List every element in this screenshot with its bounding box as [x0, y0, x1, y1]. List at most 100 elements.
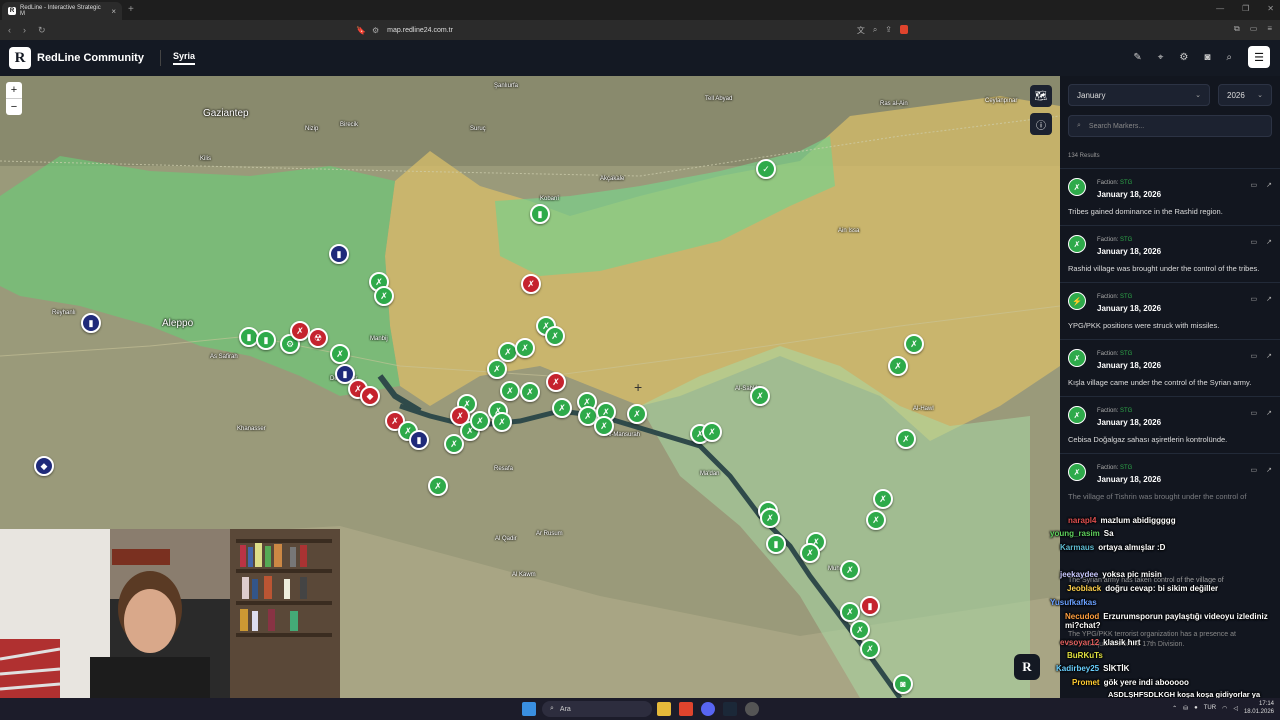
address-bar[interactable]: ⚙ map.redline24.com.tr 文 ⌕ ⇪	[352, 22, 912, 38]
external-link-icon[interactable]: ↗	[1266, 352, 1272, 360]
wallet-icon[interactable]: ▭	[1250, 24, 1258, 34]
stg-marker[interactable]: ▮	[530, 204, 550, 224]
tab-close-icon[interactable]: ×	[111, 7, 116, 16]
share-icon[interactable]: ⇪	[885, 25, 892, 36]
stg-marker[interactable]: ✗	[552, 398, 572, 418]
location-pin-icon[interactable]: ⌖	[1158, 52, 1164, 63]
network-icon[interactable]: ⛁	[1183, 705, 1188, 712]
stg-marker[interactable]: ✗	[904, 334, 924, 354]
search-icon[interactable]: ⌕	[1226, 52, 1232, 63]
video-icon[interactable]: ▭	[1251, 181, 1258, 189]
stg-marker[interactable]: ✗	[330, 344, 350, 364]
red-faction-marker[interactable]: ◆	[360, 386, 380, 406]
month-select[interactable]: January ⌄	[1068, 84, 1210, 106]
language-indicator[interactable]: TUR	[1204, 705, 1216, 711]
draw-icon[interactable]: ✎	[1133, 52, 1141, 63]
stg-marker[interactable]: ▮	[256, 330, 276, 350]
menu-icon[interactable]: ≡	[1267, 24, 1272, 34]
stg-marker[interactable]: ✗	[860, 639, 880, 659]
marker-search-input[interactable]: ⌕ Search Markers...	[1068, 115, 1272, 137]
stg-marker[interactable]: ✗	[873, 489, 893, 509]
browser-tab[interactable]: R RedLine - Interactive Strategic M ×	[2, 2, 122, 20]
stg-marker[interactable]: ✗	[500, 381, 520, 401]
external-link-icon[interactable]: ↗	[1266, 295, 1272, 303]
stg-marker[interactable]: ▮	[766, 534, 786, 554]
red-faction-marker[interactable]: ▮	[860, 596, 880, 616]
stg-marker[interactable]: ✗	[850, 620, 870, 640]
stg-marker[interactable]: ✗	[866, 510, 886, 530]
stg-marker[interactable]: ✗	[896, 429, 916, 449]
external-link-icon[interactable]: ↗	[1266, 466, 1272, 474]
red-faction-marker[interactable]: ✗	[521, 274, 541, 294]
start-windows-icon[interactable]	[522, 702, 536, 716]
video-icon[interactable]: ▭	[1251, 352, 1258, 360]
brave-browser-icon[interactable]	[679, 702, 693, 716]
feed-item[interactable]: ⚡ Faction: STG January 18, 2026 ▭ ↗ YPG/P…	[1060, 282, 1280, 339]
map-layers-button[interactable]: 🗺	[1030, 85, 1052, 107]
redline-float-logo[interactable]: R	[1014, 654, 1040, 680]
file-explorer-icon[interactable]	[657, 702, 671, 716]
zoom-icon[interactable]: ⌕	[873, 25, 877, 36]
stg-marker[interactable]: ✗	[702, 422, 722, 442]
blue-faction-marker[interactable]: ◆	[34, 456, 54, 476]
volume-icon[interactable]: ◁	[1233, 705, 1238, 712]
external-link-icon[interactable]: ↗	[1266, 181, 1272, 189]
maximize-icon[interactable]: ❐	[1242, 4, 1249, 13]
forward-icon[interactable]: ›	[23, 25, 26, 36]
blue-faction-marker[interactable]: ▮	[409, 430, 429, 450]
stg-marker[interactable]: ✗	[487, 359, 507, 379]
tray-chevron-up-icon[interactable]: ⌃	[1172, 705, 1177, 712]
stg-marker[interactable]: ✗	[492, 412, 512, 432]
feed-item[interactable]: ✗ Faction: STG January 18, 2026 ▭ ↗ Rashi…	[1060, 225, 1280, 282]
clock[interactable]: 17:14 18.01.2026	[1244, 700, 1274, 716]
stg-marker[interactable]: ✓	[756, 159, 776, 179]
taskbar-search[interactable]: ⌕ Ara	[542, 701, 652, 717]
close-window-icon[interactable]: ✕	[1267, 4, 1274, 13]
feed-item[interactable]: ✗ Faction: STG January 18, 2026 ▭ ↗ Tribe…	[1060, 168, 1280, 225]
redline-logo[interactable]: R	[9, 47, 31, 69]
zoom-out-button[interactable]: −	[6, 98, 22, 115]
extensions-icon[interactable]: ⧉	[1234, 24, 1240, 34]
red-faction-marker[interactable]: ☢	[308, 328, 328, 348]
site-info-icon[interactable]: ⚙	[372, 26, 379, 35]
video-icon[interactable]: ▭	[1251, 409, 1258, 417]
camera-icon[interactable]: ◙	[1204, 52, 1210, 63]
hamburger-menu-button[interactable]: ☰	[1248, 46, 1270, 68]
video-icon[interactable]: ▭	[1251, 295, 1258, 303]
stg-marker[interactable]: ✗	[374, 286, 394, 306]
map-info-button[interactable]: ⓘ	[1030, 113, 1052, 135]
zoom-in-button[interactable]: +	[6, 82, 22, 98]
reload-icon[interactable]: ↻	[38, 25, 46, 36]
mic-icon[interactable]: ●	[1194, 705, 1198, 711]
discord-icon[interactable]	[701, 702, 715, 716]
brave-shield-icon[interactable]	[900, 24, 908, 34]
stg-marker[interactable]: ✗	[750, 386, 770, 406]
external-link-icon[interactable]: ↗	[1266, 409, 1272, 417]
feed-item[interactable]: ✗ Faction: STG January 18, 2026 ▭ ↗ Cebis…	[1060, 396, 1280, 453]
wifi-icon[interactable]: ◠	[1222, 705, 1227, 712]
video-icon[interactable]: ▭	[1251, 238, 1258, 246]
stg-marker[interactable]: ✗	[840, 602, 860, 622]
stg-marker[interactable]: ✗	[800, 543, 820, 563]
blue-faction-marker[interactable]: ▮	[81, 313, 101, 333]
steam-icon[interactable]	[723, 702, 737, 716]
external-link-icon[interactable]: ↗	[1266, 238, 1272, 246]
stg-marker[interactable]: ✗	[470, 411, 490, 431]
stg-marker[interactable]: ✗	[888, 356, 908, 376]
blue-faction-marker[interactable]: ▮	[329, 244, 349, 264]
back-icon[interactable]: ‹	[8, 25, 11, 36]
settings-icon[interactable]: ⚙	[1179, 52, 1188, 63]
brand-name[interactable]: RedLine Community	[37, 52, 144, 64]
translate-icon[interactable]: 文	[857, 25, 865, 36]
minimize-icon[interactable]: —	[1216, 4, 1224, 13]
stg-marker[interactable]: ✗	[545, 326, 565, 346]
stg-marker[interactable]: ✗	[594, 416, 614, 436]
video-icon[interactable]: ▭	[1251, 466, 1258, 474]
red-faction-marker[interactable]: ✗	[546, 372, 566, 392]
obs-icon[interactable]	[745, 702, 759, 716]
stg-marker[interactable]: ✗	[760, 508, 780, 528]
year-select[interactable]: 2026 ⌄	[1218, 84, 1272, 106]
stg-marker[interactable]: ◙	[893, 674, 913, 694]
red-faction-marker[interactable]: ✗	[290, 321, 310, 341]
feed-item[interactable]: ✗ Faction: STG January 18, 2026 ▭ ↗ Kışla…	[1060, 339, 1280, 396]
